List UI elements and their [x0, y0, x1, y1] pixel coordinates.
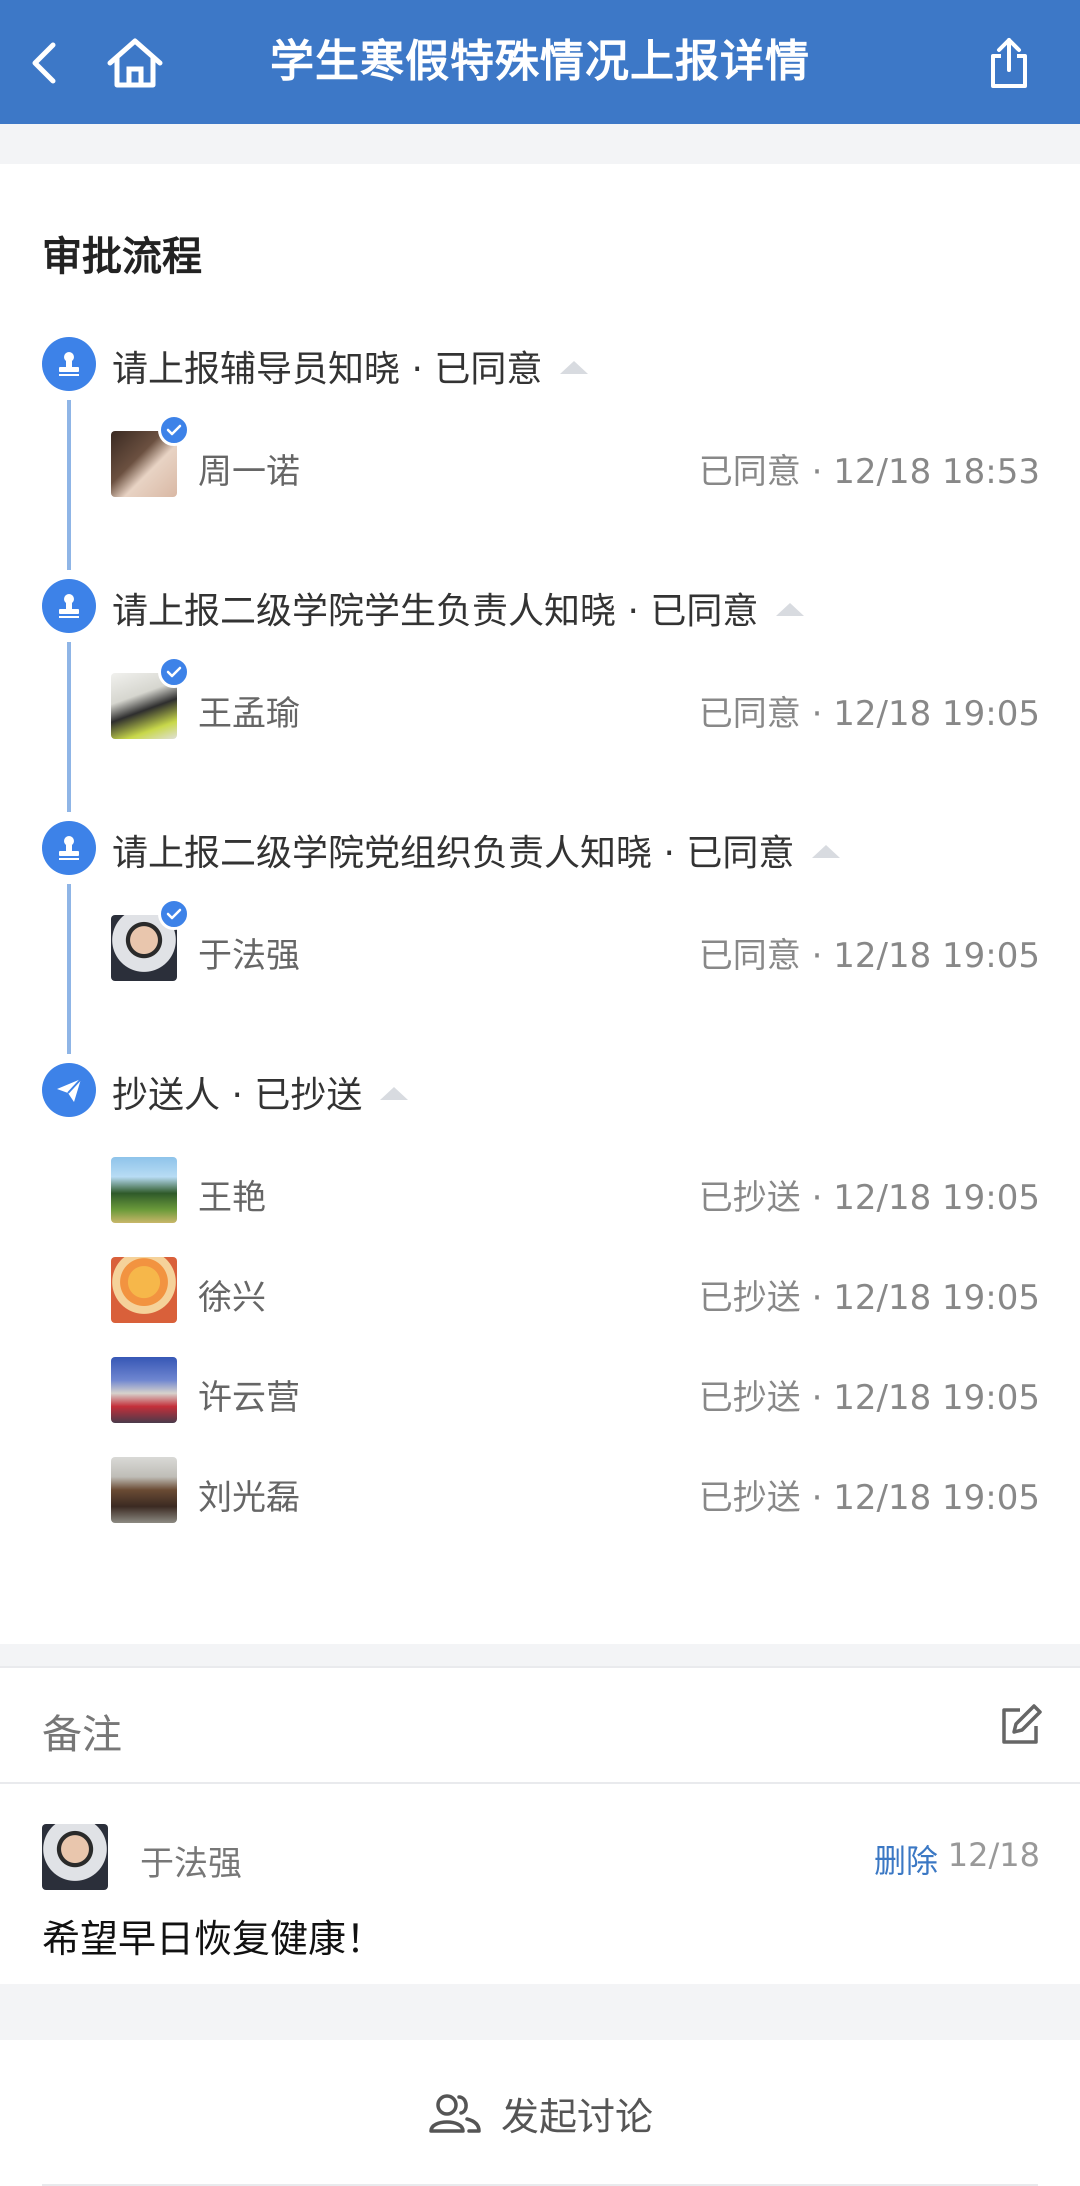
person-status: 已同意 · 12/18 19:05 [698, 694, 1040, 734]
person-name: 周一诺 [198, 452, 300, 492]
share-button[interactable] [974, 28, 1044, 98]
note-author: 于法强 [140, 1844, 242, 1884]
avatar [111, 1257, 177, 1323]
avatar [111, 1357, 177, 1423]
approval-flow-card: 审批流程 请上报辅导员知晓 · 已同意 周一诺 已同意 · 12/18 18:5… [0, 164, 1080, 1644]
timeline-line [67, 884, 71, 1054]
person-status: 已同意 · 12/18 18:53 [698, 452, 1040, 492]
note-text: 希望早日恢复健康！ [42, 1917, 385, 1961]
step-title[interactable]: 请上报二级学院党组织负责人知晓 · 已同意 [112, 824, 841, 876]
discuss-card: 发起讨论 [0, 2040, 1080, 2186]
timeline-line [67, 400, 71, 570]
start-discussion-label: 发起讨论 [500, 2094, 653, 2139]
timeline-line [67, 642, 71, 812]
page-title: 学生寒假特殊情况上报详情 [270, 36, 810, 87]
share-icon [991, 38, 1027, 88]
person-name: 王艳 [198, 1178, 266, 1218]
note-date: 12/18 [947, 1836, 1040, 1874]
users-icon [429, 2094, 481, 2133]
note-label: 备注 [42, 1712, 122, 1758]
start-discussion-button[interactable]: 发起讨论 [0, 2078, 1080, 2148]
avatar [42, 1824, 108, 1890]
step-title[interactable]: 抄送人 · 已抄送 [112, 1066, 409, 1118]
approved-check-icon [158, 414, 190, 446]
person-status: 已抄送 · 12/18 19:05 [698, 1278, 1040, 1318]
collapse-caret-icon[interactable] [560, 360, 589, 374]
person-name: 许云营 [198, 1378, 300, 1418]
person-name: 于法强 [198, 936, 300, 976]
top-bar: 学生寒假特殊情况上报详情 [0, 0, 1080, 124]
person-name: 徐兴 [198, 1278, 266, 1318]
approved-check-icon [158, 898, 190, 930]
stamp-icon [42, 821, 96, 875]
step-title[interactable]: 请上报辅导员知晓 · 已同意 [112, 340, 589, 392]
stamp-icon [42, 337, 96, 391]
avatar [111, 1457, 177, 1523]
person-name: 王孟瑜 [198, 694, 300, 734]
person-status: 已抄送 · 12/18 19:05 [698, 1378, 1040, 1418]
delete-link[interactable]: 删除 [874, 1836, 938, 1882]
person-status: 已同意 · 12/18 19:05 [698, 936, 1040, 976]
send-icon [42, 1063, 96, 1117]
step-title[interactable]: 请上报二级学院学生负责人知晓 · 已同意 [112, 582, 805, 634]
person-name: 刘光磊 [198, 1478, 300, 1518]
collapse-caret-icon[interactable] [776, 602, 805, 616]
stamp-icon [42, 579, 96, 633]
section-title: 审批流程 [42, 234, 202, 280]
collapse-caret-icon[interactable] [812, 844, 841, 858]
edit-icon[interactable] [998, 1704, 1042, 1748]
note-card: 备注 于法强 删除 12/18 希望早日恢复健康！ [0, 1666, 1080, 1984]
person-status: 已抄送 · 12/18 19:05 [698, 1478, 1040, 1518]
person-status: 已抄送 · 12/18 19:05 [698, 1178, 1040, 1218]
collapse-caret-icon[interactable] [380, 1086, 409, 1100]
note-header: 备注 [0, 1666, 1080, 1784]
approved-check-icon [158, 656, 190, 688]
avatar [111, 1157, 177, 1223]
